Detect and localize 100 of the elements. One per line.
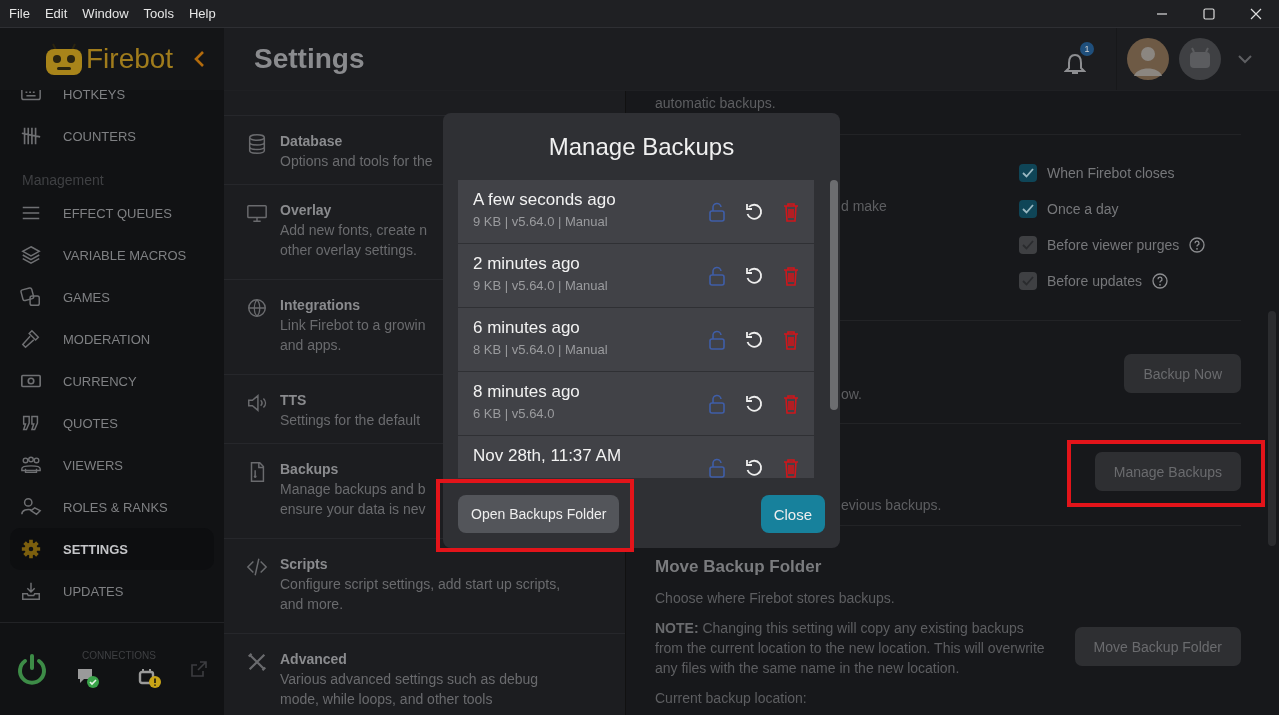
hammer-icon xyxy=(20,328,42,350)
maximize-icon[interactable] xyxy=(1203,7,1215,20)
backup-time: 6 minutes ago xyxy=(473,318,581,338)
nav-item[interactable]: VIEWERS xyxy=(10,444,214,486)
brand-name: Firebot xyxy=(86,43,174,75)
scrollbar-thumb[interactable] xyxy=(830,180,838,410)
backup-details: 9 KB | v5.64.0 | Manual xyxy=(473,278,609,293)
gear-icon xyxy=(20,538,42,560)
backup-details: 9 KB | v5.64.0 | Manual xyxy=(473,214,609,229)
checkbox-label: Before updates xyxy=(1047,273,1142,289)
category-title: Advanced xyxy=(280,650,348,669)
nav-item[interactable]: HOTKEYS xyxy=(10,90,214,115)
category-title: Scripts xyxy=(280,555,329,574)
category-description-line: Link Firebot to a growin xyxy=(280,316,426,335)
backup-row[interactable]: 6 minutes ago 8 KB | v5.64.0 | Manual xyxy=(458,308,814,372)
user-avatar[interactable] xyxy=(1127,38,1169,80)
robot-logo-icon xyxy=(44,42,84,76)
category-title: Database xyxy=(280,132,344,151)
nav-item[interactable]: VARIABLE MACROS xyxy=(10,234,214,276)
section-title: Move Backup Folder xyxy=(655,556,823,578)
category-description-line: other overlay settings. xyxy=(280,241,418,260)
location-label: Current backup location: xyxy=(655,689,808,708)
nav-item[interactable]: EFFECT QUEUES xyxy=(10,192,214,234)
page-title: Settings xyxy=(254,43,365,75)
dialog-button[interactable]: Close xyxy=(760,495,825,533)
category-description-line: Options and tools for the xyxy=(280,152,433,171)
category-title: Integrations xyxy=(280,296,362,315)
action-button[interactable]: Manage Backups xyxy=(1094,452,1241,491)
category-title: TTS xyxy=(280,391,308,410)
category-description-line: Add new fonts, create n xyxy=(280,221,428,240)
section-description: automatic backups. xyxy=(655,94,776,113)
backup-time: Nov 28th, 11:37 AM xyxy=(473,446,623,466)
nav-item[interactable]: SETTINGS xyxy=(10,528,214,570)
category-description-line: and more. xyxy=(280,595,345,614)
monitor-icon xyxy=(246,202,268,224)
nav-item[interactable]: MODERATION xyxy=(10,318,214,360)
chevron-down-icon[interactable] xyxy=(1237,54,1253,64)
backup-row[interactable]: 2 minutes ago 9 KB | v5.64.0 | Manual xyxy=(458,244,814,308)
layers-icon xyxy=(20,244,42,266)
category-description-line: Various advanced settings such as debug xyxy=(280,670,539,689)
dialog-button[interactable]: Open Backups Folder xyxy=(458,495,620,533)
nav-item[interactable]: GAMES xyxy=(10,276,214,318)
restore-icon[interactable] xyxy=(744,265,764,286)
backup-row[interactable]: 8 minutes ago 6 KB | v5.64.0 xyxy=(458,372,814,436)
backup-time: 8 minutes ago xyxy=(473,382,581,402)
checkbox[interactable] xyxy=(1019,164,1037,182)
menu-item[interactable]: Window xyxy=(82,6,129,21)
backup-time: 2 minutes ago xyxy=(473,254,581,274)
checkbox-label: Before viewer purges xyxy=(1047,237,1180,253)
menu-item[interactable]: Edit xyxy=(44,6,68,21)
backup-row[interactable]: A few seconds ago 9 KB | v5.64.0 | Manual xyxy=(458,180,814,244)
power-icon[interactable] xyxy=(16,653,48,685)
restore-icon[interactable] xyxy=(744,329,764,350)
settings-category[interactable]: Advanced Various advanced settings such as debug mode, while loops, and other tools xyxy=(224,634,625,715)
users-icon xyxy=(20,454,42,476)
nav-item[interactable]: COUNTERS xyxy=(10,115,214,157)
category-description-line: Manage backups and b xyxy=(280,480,426,499)
globe-icon xyxy=(246,297,268,319)
nav-item[interactable]: UPDATES xyxy=(10,570,214,612)
close-icon[interactable] xyxy=(1250,7,1262,20)
nav-item[interactable]: ROLES & RANKS xyxy=(10,486,214,528)
section-description: Choose where Firebot stores backups. xyxy=(655,589,896,608)
nav-item[interactable]: CURRENCY xyxy=(10,360,214,402)
checkbox-label: Once a day xyxy=(1047,201,1119,217)
code-icon xyxy=(246,556,268,578)
dice-icon xyxy=(20,286,42,308)
chevron-left-icon[interactable] xyxy=(193,50,206,68)
restore-icon[interactable] xyxy=(744,457,764,478)
bell-icon xyxy=(1064,52,1086,76)
category-description-line: Configure script settings, add start up scripts, xyxy=(280,575,561,594)
notifications-button[interactable]: 1 xyxy=(1064,42,1094,76)
notification-count-badge: 1 xyxy=(1080,42,1094,56)
nav-item[interactable]: QUOTES xyxy=(10,402,214,444)
database-icon xyxy=(246,133,268,155)
menu-item[interactable]: Tools xyxy=(143,6,174,21)
checkbox[interactable] xyxy=(1019,200,1037,218)
category-title: Backups xyxy=(280,460,340,479)
backup-details: 8 KB | v5.64.0 | Manual xyxy=(473,342,609,357)
category-title: Overlay xyxy=(280,201,333,220)
bot-avatar[interactable] xyxy=(1179,38,1221,80)
backup-time: A few seconds ago xyxy=(473,190,617,210)
checkbox-label: When Firebot closes xyxy=(1047,165,1175,181)
menu-item[interactable]: File xyxy=(9,6,30,21)
section-description: ow. xyxy=(841,385,863,404)
chat-status-icon[interactable] xyxy=(76,666,100,689)
menu-item[interactable]: Help xyxy=(188,6,216,21)
action-button[interactable]: Move Backup Folder xyxy=(1074,627,1241,666)
restore-icon[interactable] xyxy=(744,393,764,414)
plug-status-icon[interactable] xyxy=(138,666,162,689)
speaker-icon xyxy=(246,392,268,414)
download-icon xyxy=(20,580,42,602)
category-description-line: and apps. xyxy=(280,336,343,355)
section-description: d make xyxy=(841,197,888,216)
section-description: evious backups. xyxy=(841,496,943,515)
category-description-line: ensure your data is nev xyxy=(280,500,426,519)
category-description-line: Settings for the default xyxy=(280,411,421,430)
user-tag-icon xyxy=(20,496,42,518)
action-button[interactable]: Backup Now xyxy=(1124,354,1241,393)
backup-row[interactable]: Nov 28th, 11:37 AM xyxy=(458,436,814,478)
restore-icon[interactable] xyxy=(744,201,764,222)
